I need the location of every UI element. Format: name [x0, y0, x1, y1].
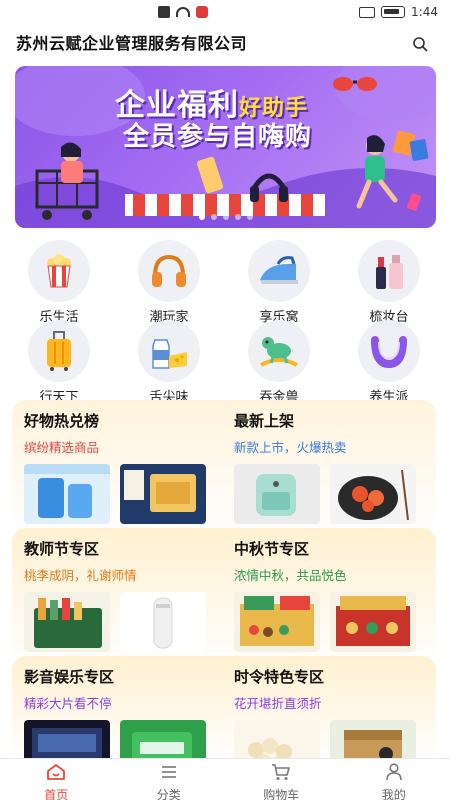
tab-label: 购物车	[263, 788, 300, 800]
section-title: 时令特色专区	[234, 668, 325, 686]
product-thumbnail[interactable]	[120, 464, 206, 524]
banner-dot-4[interactable]	[234, 214, 241, 220]
product-thumbnail[interactable]	[330, 464, 416, 524]
status-bar: 1:44	[0, 0, 450, 24]
section-entertainment[interactable]: 影音娱乐专区 精彩大片看不停	[24, 666, 232, 760]
banner-dot-1[interactable]	[198, 214, 205, 220]
banner-pagination	[15, 214, 436, 220]
section-subtitle: 桃李成阴，礼谢师情	[24, 568, 137, 583]
promo-banner[interactable]: 企业福利好助手 全员参与自嗨购	[15, 66, 436, 228]
search-icon[interactable]	[412, 36, 428, 52]
category-icon-circle	[138, 320, 200, 382]
section-thumbnails	[24, 464, 206, 524]
product-thumbnail[interactable]	[234, 720, 320, 760]
section-title: 最新上架	[234, 412, 295, 430]
toy-horse-icon	[260, 337, 298, 367]
system-icons: 1:44	[359, 5, 438, 19]
section-teachers-day[interactable]: 教师节专区 桃李成阴，礼谢师情	[24, 538, 232, 652]
banner-dot-2[interactable]	[210, 214, 217, 220]
tab-label: 我的	[381, 788, 406, 800]
category-icon-circle	[28, 240, 90, 302]
category-item-tun-jin-shou[interactable]: 吞金兽	[234, 320, 324, 405]
section-thumbnails	[234, 592, 416, 652]
tab-profile[interactable]: 我的	[338, 759, 450, 800]
category-item-she-jian-wei[interactable]: 舌尖味	[124, 320, 214, 405]
banner-dot-5[interactable]	[246, 214, 253, 220]
product-thumbnail[interactable]	[24, 592, 110, 652]
headphones-icon	[152, 254, 186, 287]
section-mid-autumn[interactable]: 中秋节专区 浓情中秋，共品悦色	[234, 538, 436, 652]
section-new-arrivals[interactable]: 最新上架 新款上市，火爆热卖	[234, 410, 436, 524]
category-item-yang-sheng-pai[interactable]: 养生派	[344, 320, 434, 405]
shopping-cart-icon	[272, 764, 291, 780]
notification-icons	[158, 6, 208, 18]
section-thumbnails	[234, 464, 416, 524]
popcorn-icon	[47, 254, 71, 288]
featured-panel-1: 好物热兑榜 缤纷精选商品 最新上架 新款上市，火爆热卖	[12, 400, 436, 538]
section-hot-redeem[interactable]: 好物热兑榜 缤纷精选商品	[24, 410, 232, 524]
product-thumbnail[interactable]	[24, 720, 110, 760]
section-title: 好物热兑榜	[24, 412, 100, 430]
cosmetics-bottle-icon	[376, 255, 403, 289]
app-header: 苏州云赋企业管理服务有限公司	[0, 26, 450, 56]
home-icon	[47, 764, 66, 780]
section-subtitle: 缤纷精选商品	[24, 440, 100, 455]
wifi-icon	[176, 7, 190, 17]
tab-cart[interactable]: 购物车	[225, 759, 338, 800]
featured-panel-3: 影音娱乐专区 精彩大片看不停 时令特色专区 花开堪折直须折	[12, 656, 436, 760]
section-thumbnails	[24, 592, 206, 652]
category-grid: 乐生活 潮玩家 享乐窝 梳妆台 行天下 舌尖味 吞金兽 养生派	[0, 238, 450, 405]
category-icon-circle	[248, 320, 310, 382]
tab-category[interactable]: 分类	[113, 759, 226, 800]
product-thumbnail[interactable]	[120, 720, 206, 760]
product-thumbnail[interactable]	[24, 464, 110, 524]
section-thumbnails	[24, 720, 206, 760]
section-subtitle: 浓情中秋，共品悦色	[234, 568, 347, 583]
section-title: 影音娱乐专区	[24, 668, 115, 686]
status-time: 1:44	[411, 5, 438, 19]
alert-icon	[158, 6, 170, 18]
section-title: 中秋节专区	[234, 540, 310, 558]
tab-label: 首页	[44, 788, 69, 800]
app-notification-icon	[196, 6, 208, 18]
section-subtitle: 精彩大片看不停	[24, 696, 112, 711]
section-subtitle: 花开堪折直须折	[234, 696, 322, 711]
category-icon-circle	[28, 320, 90, 382]
banner-dot-3[interactable]	[222, 214, 229, 220]
category-icon-circle	[358, 240, 420, 302]
product-thumbnail[interactable]	[234, 592, 320, 652]
tab-label: 分类	[156, 788, 181, 800]
product-thumbnail[interactable]	[234, 464, 320, 524]
tab-home[interactable]: 首页	[0, 759, 113, 800]
product-thumbnail[interactable]	[330, 592, 416, 652]
section-thumbnails	[234, 720, 416, 760]
milk-cheese-icon	[152, 339, 187, 369]
company-title: 苏州云赋企业管理服务有限公司	[16, 34, 248, 53]
user-icon	[385, 763, 402, 781]
section-title: 教师节专区	[24, 540, 100, 558]
battery-icon	[381, 6, 406, 18]
category-item-le-sheng-huo[interactable]: 乐生活	[14, 240, 104, 325]
vibrate-icon	[359, 6, 376, 18]
section-seasonal[interactable]: 时令特色专区 花开堪折直须折	[234, 666, 436, 760]
category-icon-circle	[358, 320, 420, 382]
steam-iron-icon	[260, 256, 298, 284]
category-icon-circle	[248, 240, 310, 302]
banner-subheadline: 全员参与自嗨购	[123, 122, 313, 152]
product-thumbnail[interactable]	[120, 592, 206, 652]
category-item-chao-wan-jia[interactable]: 潮玩家	[124, 240, 214, 325]
category-item-shu-zhuang-tai[interactable]: 梳妆台	[344, 240, 434, 325]
category-item-xing-tian-xia[interactable]: 行天下	[14, 320, 104, 405]
category-item-xiang-le-wo[interactable]: 享乐窝	[234, 240, 324, 325]
bottom-tab-bar: 首页 分类 购物车 我的	[0, 758, 450, 800]
product-thumbnail[interactable]	[330, 720, 416, 760]
featured-panel-2: 教师节专区 桃李成阴，礼谢师情 中秋节专区 浓情中秋，共品悦色	[12, 528, 436, 666]
neck-massager-icon	[371, 336, 407, 368]
category-icon-circle	[138, 240, 200, 302]
suitcase-icon	[47, 331, 71, 371]
section-subtitle: 新款上市，火爆热卖	[234, 440, 347, 455]
category-list-icon	[161, 766, 176, 778]
